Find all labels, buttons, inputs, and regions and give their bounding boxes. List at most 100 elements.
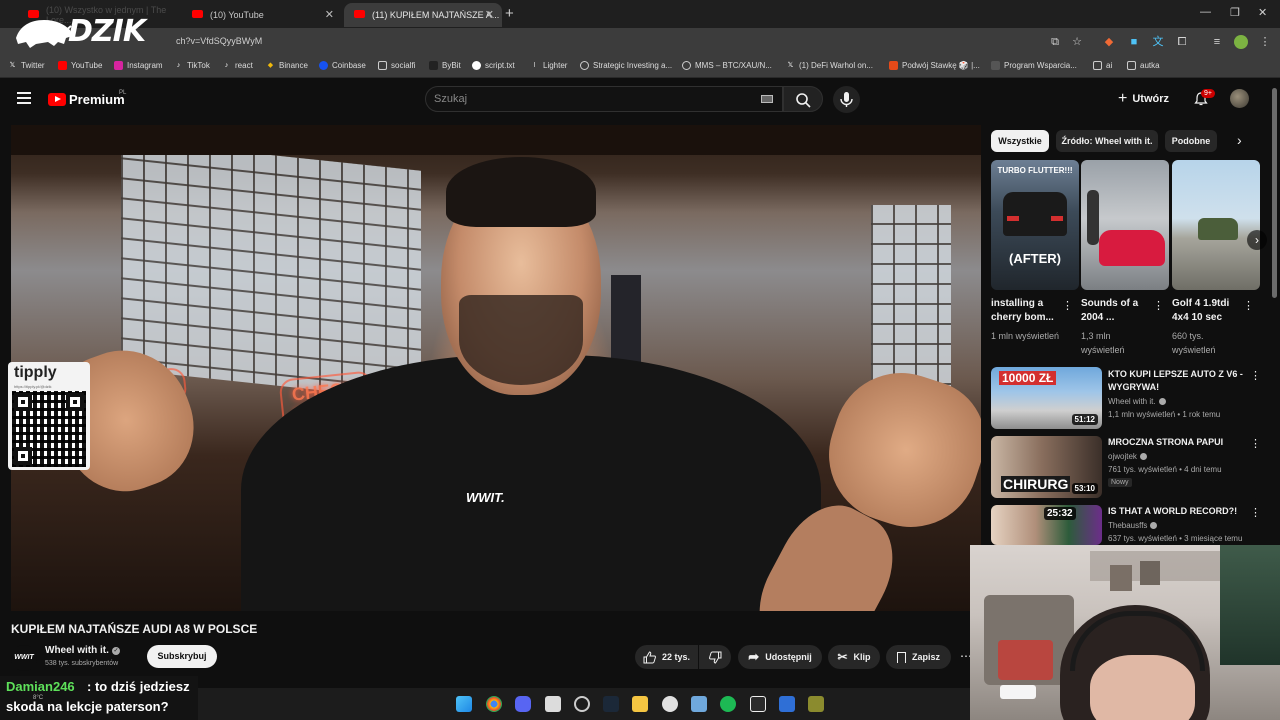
bookmark-bybit[interactable]: ByBit	[429, 61, 461, 70]
tab-active-video[interactable]: (11) KUPIŁEM NAJTAŃSZE A... ✕	[344, 3, 502, 27]
video-channel[interactable]: ojwojtek	[1108, 452, 1147, 461]
car-light	[1007, 216, 1019, 221]
discord-icon[interactable]	[515, 696, 531, 712]
bookmark-coinbase[interactable]: Coinbase	[319, 61, 366, 70]
spotify-icon[interactable]	[720, 696, 736, 712]
extension-icon[interactable]: ■	[1127, 35, 1141, 49]
dislike-button[interactable]	[699, 645, 731, 669]
video-title-link[interactable]: IS THAT A WORLD RECORD?!	[1108, 505, 1243, 518]
video-thumbnail[interactable]: 10000 ZŁ 51:12	[991, 367, 1102, 429]
close-window-button[interactable]: ✕	[1258, 6, 1267, 19]
tab-youtube[interactable]: (10) YouTube ✕	[182, 3, 342, 27]
bookmark-mms[interactable]: MMS – BTC/XAU/N...	[682, 61, 772, 70]
bookmark-react[interactable]: ♪ react	[222, 61, 253, 70]
chip-related[interactable]: Podobne	[1165, 130, 1217, 152]
share-button[interactable]: ➦ Udostępnij	[738, 645, 822, 669]
app-icon[interactable]	[779, 696, 795, 712]
video-thumbnail[interactable]: 25:32	[991, 505, 1102, 545]
hamburger-menu-icon[interactable]	[17, 92, 31, 104]
short-title[interactable]: Golf 4 1.9tdi 4x4 10 sec	[1172, 297, 1247, 325]
video-title-link[interactable]: KTO KUPI LEPSZE AUTO Z V6 - WYGRYWA!	[1108, 368, 1243, 394]
video-title-link[interactable]: MROCZNA STRONA PAPUI	[1108, 436, 1243, 449]
search-input[interactable]	[425, 86, 783, 112]
save-button[interactable]: Zapisz	[886, 645, 951, 669]
bookmark-script[interactable]: script.txt	[472, 61, 515, 70]
video-meta: 761 tys. wyświetleń • 4 dni temu	[1108, 465, 1222, 474]
bookmark-program-wsparcia[interactable]: Program Wsparcia...	[991, 61, 1077, 70]
install-app-icon[interactable]: ⧉	[1048, 35, 1062, 49]
short-title[interactable]: Sounds of a 2004 ...	[1081, 297, 1156, 325]
bookmark-twitter[interactable]: 𝕏 Twitter	[8, 61, 45, 70]
app-icon[interactable]	[662, 696, 678, 712]
chrome-icon[interactable]	[486, 696, 502, 712]
bookmark-tiktok[interactable]: ♪ TikTok	[174, 61, 210, 70]
video-player[interactable]: AUT CHECKENGINE WWIT.	[11, 125, 981, 611]
channel-avatar[interactable]: WWIT	[11, 645, 37, 671]
youtube-premium-logo[interactable]: Premium	[69, 92, 125, 107]
bookmark-strategic-investing[interactable]: Strategic Investing a...	[580, 61, 672, 70]
webcam-picture-frame	[1110, 565, 1132, 591]
more-options-icon[interactable]: ⋮	[1250, 437, 1261, 450]
new-tab-button[interactable]: +	[505, 5, 514, 22]
file-explorer-icon[interactable]	[632, 696, 648, 712]
bookmark-instagram[interactable]: Instagram	[114, 61, 163, 70]
subscribe-button[interactable]: Subskrybuj	[147, 645, 217, 668]
close-tab-icon[interactable]: ✕	[485, 8, 494, 21]
page-scrollbar[interactable]	[1272, 88, 1277, 298]
youtube-logo-icon[interactable]	[48, 93, 66, 106]
short-thumbnail[interactable]	[1172, 160, 1260, 290]
chevron-right-icon[interactable]: ›	[1237, 132, 1242, 148]
voice-search-button[interactable]	[833, 86, 860, 113]
bookmark-binance[interactable]: ◆ Binance	[266, 61, 308, 70]
video-channel[interactable]: Wheel with it.	[1108, 397, 1166, 406]
chip-all[interactable]: Wszystkie	[991, 130, 1049, 152]
minimize-window-button[interactable]: —	[1200, 6, 1211, 18]
bookmark-podwoj-stawke[interactable]: Podwój Stawkę 🎲 |...	[889, 61, 980, 70]
bookmark-folder-ai[interactable]: ai	[1093, 61, 1112, 70]
more-options-icon[interactable]: ⋮	[1250, 506, 1261, 519]
more-options-icon[interactable]: ⋮	[1243, 299, 1254, 312]
bookmark-folder-autka[interactable]: autka	[1127, 61, 1160, 70]
like-button[interactable]: 22 tys.	[635, 645, 698, 669]
bookmark-defi-warhol[interactable]: 𝕏 (1) DeFi Warhol on...	[786, 61, 873, 70]
chip-source-channel[interactable]: Źródło: Wheel with it.	[1056, 130, 1158, 152]
search-button[interactable]	[783, 86, 823, 112]
bookmark-star-icon[interactable]: ☆	[1070, 35, 1084, 49]
scissors-icon: ✂	[837, 650, 848, 664]
close-tab-icon[interactable]: ✕	[325, 8, 334, 21]
more-options-icon[interactable]: ⋮	[1153, 299, 1164, 312]
app-icon[interactable]	[750, 696, 766, 712]
bookmark-lighter[interactable]: Ⅰ Lighter	[530, 61, 567, 70]
browser-menu-icon[interactable]: ⋮	[1258, 35, 1272, 49]
url-field[interactable]: ch?v=VfdSQyyBWyM	[176, 36, 262, 46]
extensions-puzzle-icon[interactable]: ⧠	[1175, 35, 1189, 49]
more-options-icon[interactable]: ⋮	[1062, 299, 1073, 312]
keyboard-icon[interactable]	[761, 95, 773, 103]
short-thumbnail[interactable]: TURBO FLUTTER!!! (AFTER)	[991, 160, 1079, 290]
obs-icon[interactable]	[574, 696, 590, 712]
account-avatar[interactable]	[1230, 89, 1249, 108]
shorts-next-arrow-icon[interactable]: ›	[1247, 230, 1267, 250]
short-title[interactable]: installing a cherry bom...	[991, 297, 1066, 325]
windows-start-icon[interactable]	[456, 696, 472, 712]
profile-avatar-icon[interactable]	[1234, 35, 1248, 49]
steam-icon[interactable]	[603, 696, 619, 712]
bookmark-socialfi[interactable]: socialfi	[378, 61, 415, 70]
translate-icon[interactable]: 文	[1151, 35, 1165, 49]
create-button[interactable]: + Utwórz	[1118, 90, 1169, 108]
channel-name[interactable]: Wheel with it.	[45, 645, 109, 656]
more-options-icon[interactable]: ⋮	[1250, 369, 1261, 382]
extension-icon[interactable]: ◆	[1102, 35, 1116, 49]
video-channel[interactable]: Thebausffs	[1108, 521, 1158, 530]
app-icon[interactable]	[808, 696, 824, 712]
app-icon[interactable]	[691, 696, 707, 712]
tab-label: (10) YouTube	[210, 10, 264, 20]
short-views: 660 tys. wyświetleń	[1172, 331, 1216, 355]
short-thumbnail[interactable]	[1081, 160, 1169, 290]
clip-button[interactable]: ✂ Klip	[828, 645, 880, 669]
video-thumbnail[interactable]: CHIRURG 53:10	[991, 436, 1102, 498]
bookmark-youtube[interactable]: YouTube	[58, 61, 102, 70]
maximize-window-button[interactable]: ❐	[1230, 6, 1240, 19]
media-control-icon[interactable]: ≡	[1210, 35, 1224, 49]
app-icon[interactable]	[545, 696, 561, 712]
